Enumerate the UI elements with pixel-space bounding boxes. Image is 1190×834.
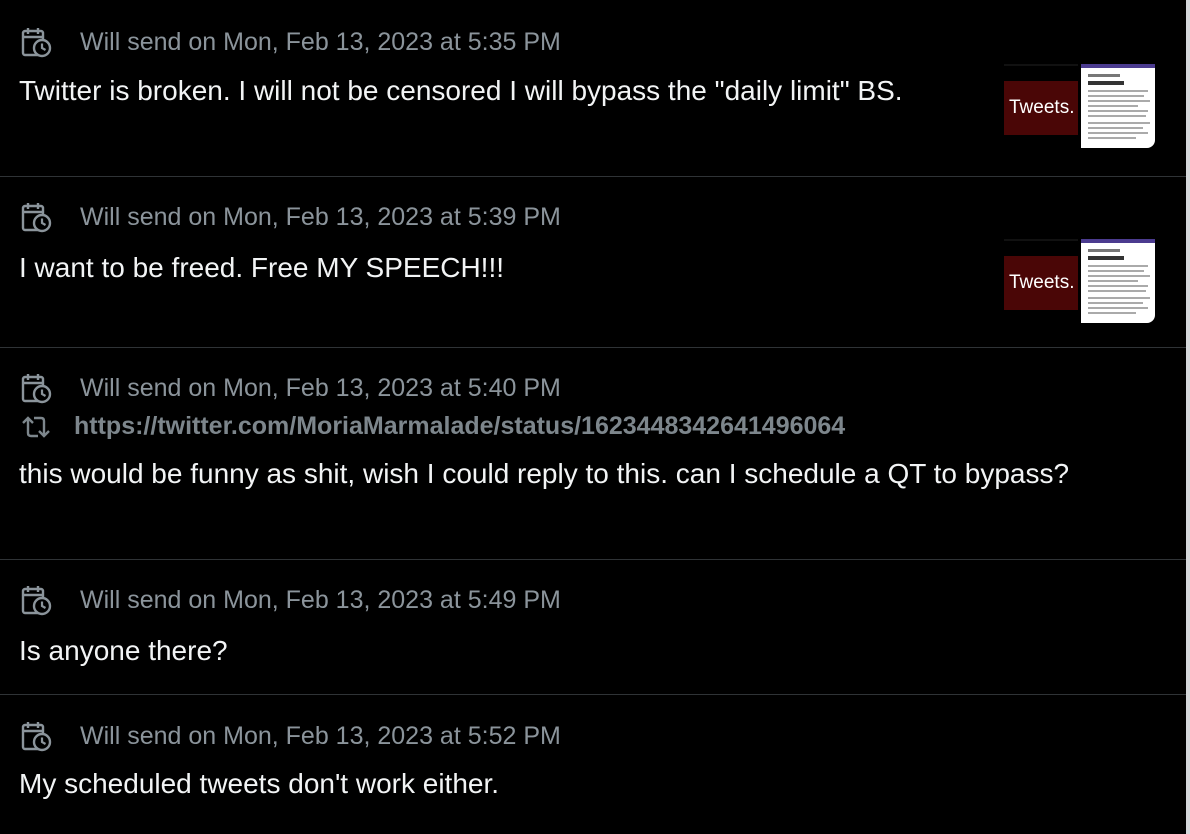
schedule-time: Will send on Mon, Feb 13, 2023 at 5:52 P… <box>80 721 561 750</box>
schedule-time: Will send on Mon, Feb 13, 2023 at 5:39 P… <box>80 202 561 231</box>
media-thumb-text: Tweets. <box>1009 272 1075 293</box>
schedule-row: Will send on Mon, Feb 13, 2023 at 5:49 P… <box>20 584 561 616</box>
schedule-row: Will send on Mon, Feb 13, 2023 at 5:40 P… <box>20 372 561 404</box>
calendar-clock-icon <box>21 203 52 233</box>
scheduled-tweets-list: Will send on Mon, Feb 13, 2023 at 5:35 P… <box>0 0 1186 834</box>
calendar-clock-icon <box>21 722 52 752</box>
scheduled-tweet[interactable]: Will send on Mon, Feb 13, 2023 at 5:39 P… <box>0 177 1186 348</box>
schedule-row: Will send on Mon, Feb 13, 2023 at 5:52 P… <box>20 720 561 752</box>
schedule-time: Will send on Mon, Feb 13, 2023 at 5:49 P… <box>80 585 561 614</box>
quote-row: https://twitter.com/MoriaMarmalade/statu… <box>20 412 845 441</box>
media-thumbnails[interactable]: Tweets. <box>1004 239 1155 323</box>
media-thumbnails[interactable]: Tweets. <box>1004 64 1155 148</box>
schedule-time: Will send on Mon, Feb 13, 2023 at 5:35 P… <box>80 27 561 56</box>
tweet-text: Twitter is broken. I will not be censore… <box>19 75 903 106</box>
tweet-text: My scheduled tweets don't work either. <box>19 768 500 799</box>
media-thumb-image[interactable]: Tweets. <box>1004 64 1078 144</box>
media-thumb-document[interactable] <box>1081 239 1155 323</box>
scheduled-tweet[interactable]: Will send on Mon, Feb 13, 2023 at 5:49 P… <box>0 560 1186 695</box>
scheduled-tweet[interactable]: Will send on Mon, Feb 13, 2023 at 5:35 P… <box>0 0 1186 177</box>
scheduled-tweet[interactable]: Will send on Mon, Feb 13, 2023 at 5:52 P… <box>0 695 1186 834</box>
media-thumb-image[interactable]: Tweets. <box>1004 239 1078 319</box>
tweet-text: I want to be freed. Free MY SPEECH!!! <box>19 252 505 283</box>
schedule-row: Will send on Mon, Feb 13, 2023 at 5:35 P… <box>20 26 561 58</box>
schedule-time: Will send on Mon, Feb 13, 2023 at 5:40 P… <box>80 373 561 402</box>
calendar-clock-icon <box>21 28 52 58</box>
quote-tweet-link[interactable]: https://twitter.com/MoriaMarmalade/statu… <box>74 412 845 441</box>
schedule-row: Will send on Mon, Feb 13, 2023 at 5:39 P… <box>20 201 561 233</box>
scheduled-tweet[interactable]: Will send on Mon, Feb 13, 2023 at 5:40 P… <box>0 348 1186 560</box>
calendar-clock-icon <box>21 374 52 404</box>
scrollbar-edge[interactable] <box>1186 0 1190 834</box>
media-thumb-text: Tweets. <box>1009 97 1075 118</box>
retweet-icon <box>22 415 50 438</box>
media-thumb-document[interactable] <box>1081 64 1155 148</box>
tweet-text: this would be funny as shit, wish I coul… <box>19 458 1070 489</box>
tweet-text: Is anyone there? <box>19 635 228 666</box>
calendar-clock-icon <box>21 586 52 616</box>
